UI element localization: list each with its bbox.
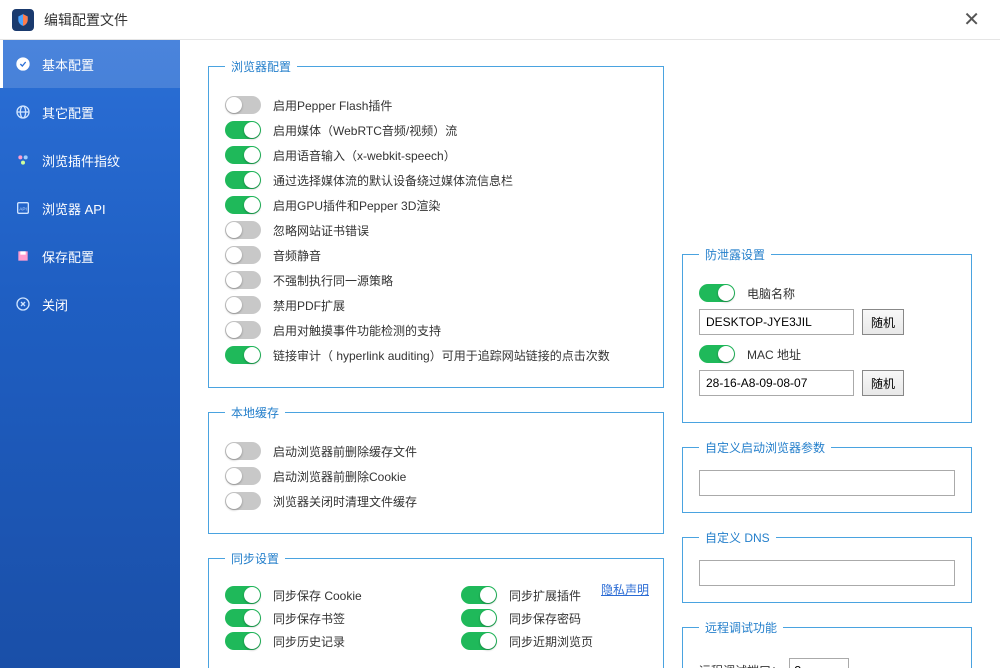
toggle-lc-1[interactable] — [225, 467, 261, 485]
sidebar-item-label: 保存配置 — [42, 247, 94, 266]
toggle-bc-5[interactable] — [225, 221, 261, 239]
option-label: 启用对触摸事件功能检测的支持 — [273, 322, 441, 339]
toggle-lc-0[interactable] — [225, 442, 261, 460]
option-label: 不强制执行同一源策略 — [273, 272, 393, 289]
check-circle-icon — [14, 55, 32, 73]
custom-dns-legend: 自定义 DNS — [699, 529, 776, 546]
toggle-bc-3[interactable] — [225, 171, 261, 189]
debug-port-input[interactable] — [789, 658, 849, 668]
toggle-sync-2-1[interactable] — [461, 632, 497, 650]
toggle-pc-name[interactable] — [699, 284, 735, 302]
sidebar-item-plugin-fingerprint[interactable]: 浏览插件指纹 — [0, 136, 180, 184]
custom-dns-group: 自定义 DNS — [682, 529, 972, 603]
toggle-bc-0[interactable] — [225, 96, 261, 114]
toggle-bc-8[interactable] — [225, 296, 261, 314]
pc-name-input[interactable] — [699, 309, 854, 335]
toggle-sync-1-0[interactable] — [225, 609, 261, 627]
globe-icon — [14, 103, 32, 121]
toggle-sync-0-1[interactable] — [461, 586, 497, 604]
pc-name-random-button[interactable]: 随机 — [862, 309, 904, 335]
app-logo — [12, 9, 34, 31]
option-label: 音频静音 — [273, 247, 321, 264]
option-label: 启用Pepper Flash插件 — [273, 97, 392, 114]
sync-group: 同步设置 隐私声明 同步保存 Cookie同步扩展插件同步保存书签同步保存密码同… — [208, 550, 664, 668]
sidebar-item-basic[interactable]: 基本配置 — [0, 40, 180, 88]
toggle-mac[interactable] — [699, 345, 735, 363]
titlebar: 编辑配置文件 ✕ — [0, 0, 1000, 40]
toggle-bc-2[interactable] — [225, 146, 261, 164]
toggle-bc-6[interactable] — [225, 246, 261, 264]
option-label: 同步近期浏览页 — [509, 633, 593, 650]
remote-debug-group: 远程调试功能 远程调试端口： 调试日志级别： DISABLE ▼ — [682, 619, 972, 668]
option-label: 启动浏览器前删除Cookie — [273, 468, 406, 485]
toggle-sync-1-1[interactable] — [461, 609, 497, 627]
option-label: 启用语音输入（x-webkit-speech） — [273, 147, 456, 164]
toggle-bc-7[interactable] — [225, 271, 261, 289]
sidebar-item-label: 其它配置 — [42, 103, 94, 122]
toggle-bc-10[interactable] — [225, 346, 261, 364]
close-button[interactable]: ✕ — [955, 3, 988, 36]
option-label: 启动浏览器前删除缓存文件 — [273, 443, 417, 460]
option-label: 同步保存书签 — [273, 610, 345, 627]
option-label: 启用媒体（WebRTC音频/视频）流 — [273, 122, 457, 139]
leak-protection-group: 防泄露设置 电脑名称 随机 MAC 地址 随机 — [682, 246, 972, 423]
debug-port-label: 远程调试端口： — [699, 662, 789, 668]
option-label: 同步扩展插件 — [509, 587, 581, 604]
toggle-sync-2-0[interactable] — [225, 632, 261, 650]
sync-legend: 同步设置 — [225, 550, 285, 567]
sidebar-item-other[interactable]: 其它配置 — [0, 88, 180, 136]
api-icon: API — [14, 199, 32, 217]
custom-args-legend: 自定义启动浏览器参数 — [699, 439, 831, 456]
option-label: 链接审计（ hyperlink auditing）可用于追踪网站链接的点击次数 — [273, 347, 610, 364]
sidebar: 基本配置 其它配置 浏览插件指纹 API 浏览器 API 保存配置 关闭 — [0, 40, 180, 668]
option-label: 浏览器关闭时清理文件缓存 — [273, 493, 417, 510]
browser-config-legend: 浏览器配置 — [225, 58, 297, 75]
sidebar-item-label: 浏览插件指纹 — [42, 151, 120, 170]
fingerprint-icon — [14, 151, 32, 169]
sidebar-item-label: 基本配置 — [42, 55, 94, 74]
option-label: 禁用PDF扩展 — [273, 297, 345, 314]
sidebar-item-browser-api[interactable]: API 浏览器 API — [0, 184, 180, 232]
toggle-bc-1[interactable] — [225, 121, 261, 139]
content-area: 浏览器配置 启用Pepper Flash插件启用媒体（WebRTC音频/视频）流… — [180, 40, 1000, 668]
browser-config-group: 浏览器配置 启用Pepper Flash插件启用媒体（WebRTC音频/视频）流… — [208, 58, 664, 388]
leak-protection-legend: 防泄露设置 — [699, 246, 771, 263]
toggle-bc-9[interactable] — [225, 321, 261, 339]
option-label: 通过选择媒体流的默认设备绕过媒体流信息栏 — [273, 172, 513, 189]
custom-args-group: 自定义启动浏览器参数 — [682, 439, 972, 513]
sidebar-item-save[interactable]: 保存配置 — [0, 232, 180, 280]
mac-random-button[interactable]: 随机 — [862, 370, 904, 396]
window-title: 编辑配置文件 — [44, 10, 128, 30]
toggle-lc-2[interactable] — [225, 492, 261, 510]
option-label: 启用GPU插件和Pepper 3D渲染 — [273, 197, 440, 214]
pc-name-label: 电脑名称 — [747, 285, 795, 302]
toggle-bc-4[interactable] — [225, 196, 261, 214]
mac-label: MAC 地址 — [747, 346, 801, 363]
local-cache-group: 本地缓存 启动浏览器前删除缓存文件启动浏览器前删除Cookie 浏览器关闭时清理文… — [208, 404, 664, 534]
svg-text:API: API — [19, 207, 27, 212]
option-label: 同步保存密码 — [509, 610, 581, 627]
sidebar-item-label: 关闭 — [42, 295, 68, 314]
sidebar-item-label: 浏览器 API — [42, 199, 106, 218]
custom-dns-input[interactable] — [699, 560, 955, 586]
close-circle-icon — [14, 295, 32, 313]
toggle-sync-0-0[interactable] — [225, 586, 261, 604]
privacy-link[interactable]: 隐私声明 — [601, 581, 649, 598]
save-icon — [14, 247, 32, 265]
option-label: 忽略网站证书错误 — [273, 222, 369, 239]
local-cache-legend: 本地缓存 — [225, 404, 285, 421]
mac-input[interactable] — [699, 370, 854, 396]
sidebar-item-close[interactable]: 关闭 — [0, 280, 180, 328]
option-label: 同步保存 Cookie — [273, 587, 362, 604]
remote-debug-legend: 远程调试功能 — [699, 619, 783, 636]
option-label: 同步历史记录 — [273, 633, 345, 650]
custom-args-input[interactable] — [699, 470, 955, 496]
